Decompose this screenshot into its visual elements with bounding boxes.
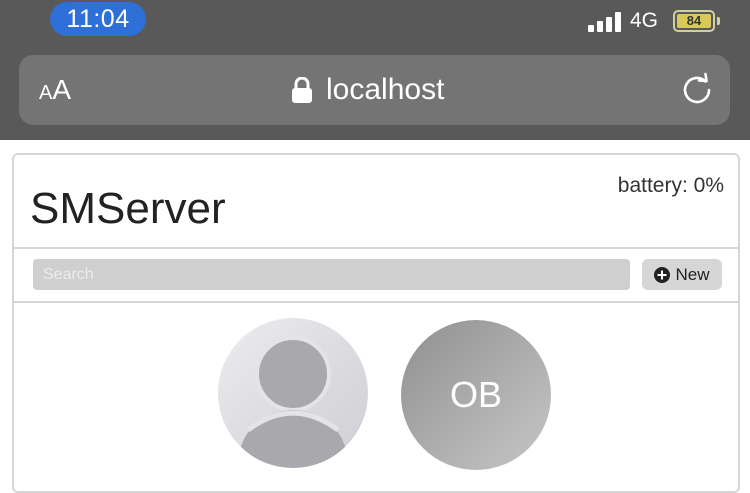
- new-conversation-button[interactable]: New: [642, 259, 722, 290]
- lock-icon: [292, 77, 312, 103]
- app-header: SMServer battery: 0%: [14, 155, 738, 247]
- text-size-small-glyph: A: [39, 82, 53, 104]
- default-person-icon: [239, 336, 347, 468]
- new-button-label: New: [675, 264, 710, 284]
- status-time: 11:04: [50, 2, 146, 36]
- address-bar[interactable]: AA localhost: [19, 55, 730, 125]
- cellular-signal-icon: [588, 12, 622, 32]
- toolbar: New: [14, 249, 738, 301]
- status-bar: 11:04 4G 84: [0, 0, 750, 40]
- search-input[interactable]: [33, 259, 630, 290]
- network-type: 4G: [630, 9, 659, 32]
- reload-icon[interactable]: [679, 72, 715, 108]
- text-size-button[interactable]: AA: [39, 73, 71, 107]
- text-size-large-glyph: A: [52, 74, 72, 105]
- browser-chrome: 11:04 4G 84 AA localhost: [0, 0, 750, 140]
- app-title: SMServer: [30, 184, 226, 233]
- battery-nub: [717, 17, 720, 25]
- contact-avatar-default[interactable]: [218, 318, 368, 468]
- url-field[interactable]: localhost: [292, 71, 444, 109]
- url-text: localhost: [326, 73, 445, 106]
- plus-circle-icon: [654, 266, 671, 283]
- battery-status: battery: 0%: [617, 174, 724, 197]
- battery-level: 84: [677, 14, 711, 28]
- app-card: SMServer battery: 0% New OB: [12, 153, 740, 493]
- battery-icon: 84: [673, 10, 715, 32]
- contact-list: OB: [14, 303, 738, 493]
- contact-avatar-initials[interactable]: OB: [401, 320, 551, 470]
